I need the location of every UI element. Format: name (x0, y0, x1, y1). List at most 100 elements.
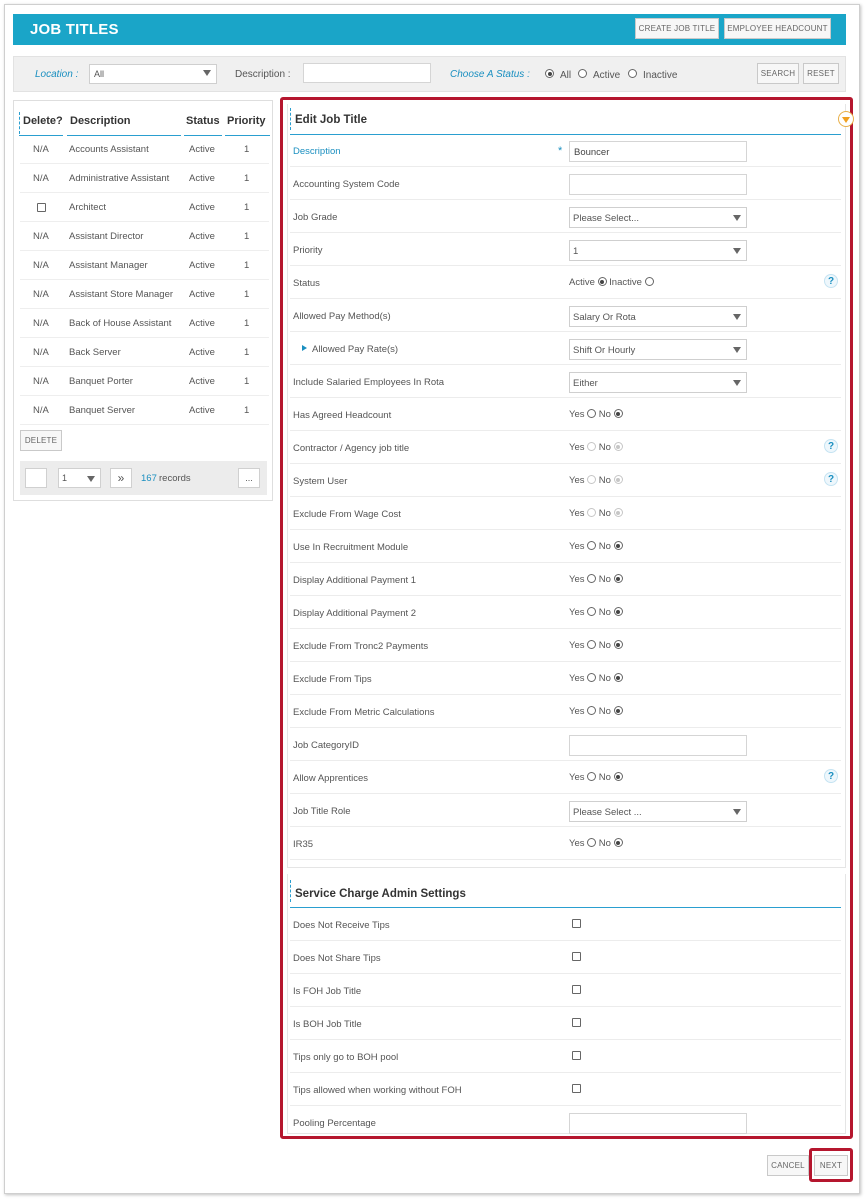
allowed-pay-rate-s-select[interactable]: Shift Or Hourly (569, 339, 747, 360)
status-inactive-radio[interactable] (628, 69, 637, 78)
accounting-system-code-input[interactable] (569, 174, 747, 195)
table-row[interactable]: Architect Active 1 (20, 193, 269, 222)
no-label: No (598, 475, 611, 486)
display-additional-payment-2-yes-radio[interactable] (587, 607, 597, 616)
does-not-share-tips-checkbox[interactable] (572, 952, 581, 961)
help-icon[interactable]: ? (824, 439, 838, 453)
status-active-radio[interactable] (597, 277, 607, 286)
allow-apprentices-no-radio[interactable] (613, 772, 623, 781)
job-title-role-select[interactable]: Please Select ... (569, 801, 747, 822)
tips-only-go-to-boh-pool-checkbox[interactable] (572, 1051, 581, 1060)
pager-prev-button[interactable] (25, 468, 47, 488)
no-label: No (598, 541, 611, 552)
exclude-from-metric-calculations-no-radio[interactable] (613, 706, 623, 715)
allowed-pay-method-s-select[interactable]: Salary Or Rota (569, 306, 747, 327)
delete-na: N/A (33, 260, 49, 271)
status-inactive-radio[interactable] (644, 277, 654, 286)
field-row-is-foh-job-title: Is FOH Job Title (290, 974, 841, 1007)
row-description: Banquet Server (69, 405, 136, 416)
status-active-radio[interactable] (578, 69, 587, 78)
field-label-status: Status (293, 278, 320, 289)
is-boh-job-title-checkbox[interactable] (572, 1018, 581, 1027)
display-additional-payment-2-no-radio[interactable] (613, 607, 623, 616)
field-row-allowed-pay-method-s: Allowed Pay Method(s) Salary Or Rota (290, 299, 841, 332)
description-input[interactable]: Bouncer (569, 141, 747, 162)
does-not-receive-tips-checkbox[interactable] (572, 919, 581, 928)
no-label: No (598, 409, 611, 420)
location-select[interactable]: All (89, 64, 217, 84)
row-description: Assistant Manager (69, 260, 148, 271)
field-row-use-in-recruitment-module: Use In Recruitment Module Yes No (290, 530, 841, 563)
field-row-ir35: IR35 Yes No (290, 827, 841, 860)
help-icon[interactable]: ? (824, 769, 838, 783)
include-salaried-employees-in-rota-select[interactable]: Either (569, 372, 747, 393)
row-status: Active (189, 173, 215, 184)
table-row[interactable]: N/A Assistant Director Active 1 (20, 222, 269, 251)
field-row-exclude-from-wage-cost: Exclude From Wage Cost Yes No (290, 497, 841, 530)
table-row[interactable]: N/A Back Server Active 1 (20, 338, 269, 367)
exclude-from-tronc2-payments-no-radio[interactable] (613, 640, 623, 649)
help-icon[interactable]: ? (824, 472, 838, 486)
tips-allowed-when-working-without-foh-checkbox[interactable] (572, 1084, 581, 1093)
table-row[interactable]: N/A Back of House Assistant Active 1 (20, 309, 269, 338)
exclude-from-tronc2-payments-yes-radio[interactable] (587, 640, 597, 649)
row-status: Active (189, 347, 215, 358)
search-button[interactable]: SEARCH (757, 63, 799, 84)
table-row[interactable]: N/A Administrative Assistant Active 1 (20, 164, 269, 193)
has-agreed-headcount-no-radio[interactable] (613, 409, 623, 418)
delete-button[interactable]: DELETE (20, 430, 62, 451)
pager-more-button[interactable]: ... (238, 468, 260, 488)
next-button[interactable]: NEXT (814, 1155, 848, 1176)
field-label-use-in-recruitment-module: Use In Recruitment Module (293, 542, 409, 553)
collapse-toggle-icon[interactable] (838, 111, 854, 127)
field-label-exclude-from-wage-cost: Exclude From Wage Cost (293, 509, 401, 520)
help-icon[interactable]: ? (824, 274, 838, 288)
allowed-pay-rate-s-value: Shift Or Hourly (573, 345, 636, 356)
table-row[interactable]: N/A Banquet Porter Active 1 (20, 367, 269, 396)
col-description: Description (70, 115, 131, 127)
contractor-agency-job-title-no-radio (613, 442, 623, 451)
reset-button[interactable]: RESET (803, 63, 839, 84)
use-in-recruitment-module-yes-radio[interactable] (587, 541, 597, 550)
ir35-no-radio[interactable] (613, 838, 623, 847)
pager-next-button[interactable]: » (110, 468, 132, 488)
table-row[interactable]: N/A Assistant Store Manager Active 1 (20, 280, 269, 309)
create-job-title-button[interactable]: CREATE JOB TITLE (635, 18, 719, 39)
cancel-button[interactable]: CANCEL (767, 1155, 809, 1176)
table-row[interactable]: N/A Accounts Assistant Active 1 (20, 135, 269, 164)
delete-checkbox[interactable] (37, 203, 46, 212)
status-all-radio[interactable] (545, 69, 554, 78)
row-description: Accounts Assistant (69, 144, 149, 155)
exclude-from-tips-no-radio[interactable] (613, 673, 623, 682)
row-status: Active (189, 144, 215, 155)
ir35-yes-radio[interactable] (587, 838, 597, 847)
has-agreed-headcount-yes-radio[interactable] (587, 409, 597, 418)
exclude-from-tips-yes-radio[interactable] (587, 673, 597, 682)
job-grade-select[interactable]: Please Select... (569, 207, 747, 228)
exclude-from-wage-cost-yes-radio (587, 508, 597, 517)
records-label: records (159, 473, 191, 484)
allow-apprentices-yes-radio[interactable] (587, 772, 597, 781)
priority-select[interactable]: 1 (569, 240, 747, 261)
field-label-does-not-share-tips: Does Not Share Tips (293, 953, 381, 964)
employee-headcount-button[interactable]: EMPLOYEE HEADCOUNT (724, 18, 831, 39)
pooling-percentage-input[interactable] (569, 1113, 747, 1134)
expand-arrow-icon[interactable] (302, 345, 307, 351)
table-row[interactable]: N/A Banquet Server Active 1 (20, 396, 269, 425)
table-row[interactable]: N/A Assistant Manager Active 1 (20, 251, 269, 280)
chevron-down-icon (733, 809, 741, 815)
field-label-description: Description (293, 146, 341, 157)
field-row-include-salaried-employees-in-rota: Include Salaried Employees In Rota Either (290, 365, 841, 398)
chevron-down-icon (733, 347, 741, 353)
job-categoryid-input[interactable] (569, 735, 747, 756)
no-label: No (598, 574, 611, 585)
display-additional-payment-1-yes-radio[interactable] (587, 574, 597, 583)
status-inactive-label: Inactive (609, 277, 642, 288)
is-foh-job-title-checkbox[interactable] (572, 985, 581, 994)
exclude-from-metric-calculations-yes-radio[interactable] (587, 706, 597, 715)
delete-na: N/A (33, 173, 49, 184)
display-additional-payment-1-no-radio[interactable] (613, 574, 623, 583)
use-in-recruitment-module-no-radio[interactable] (613, 541, 623, 550)
page-select[interactable]: 1 (58, 468, 101, 488)
description-filter-input[interactable] (303, 63, 431, 83)
